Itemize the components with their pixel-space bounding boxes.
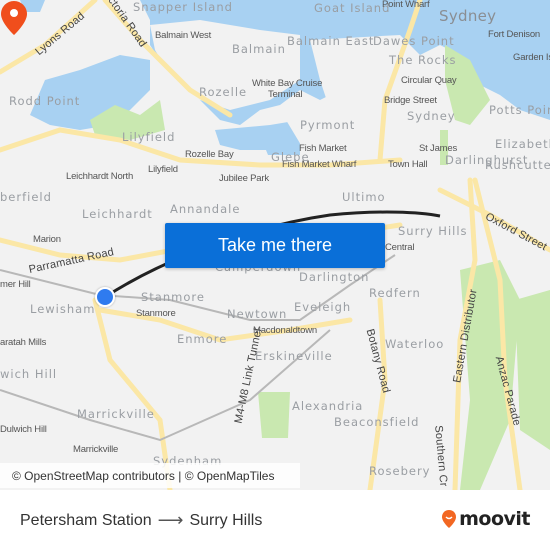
map-label-glebe: Glebe	[271, 150, 310, 164]
moovit-wordmark: moovit	[459, 508, 530, 530]
moovit-logo[interactable]: moovit	[441, 508, 530, 530]
arrow-right-icon: ⟶	[157, 510, 184, 530]
footer-bar: Petersham Station ⟶ Surry Hills moovit	[0, 490, 550, 550]
map-label-marrickville-stop: Marrickville	[73, 444, 119, 455]
map-label-marion: Marion	[33, 234, 61, 245]
map-label-sydney-city: Sydney	[439, 7, 497, 25]
map-label-white-bay: White Bay Cruise	[252, 78, 323, 89]
map-label-newtown: Newtown	[227, 307, 288, 321]
map-label-dulwich-hill-stop: Dulwich Hill	[0, 424, 47, 435]
map-label-waterloo: Waterloo	[385, 337, 445, 351]
map-label-enmore: Enmore	[177, 332, 228, 346]
map-label-lilyfield-stop: Lilyfield	[148, 164, 178, 175]
map-label-rozelle-bay: Rozelle Bay	[185, 149, 234, 160]
map-label-balmain-east: Balmain East	[287, 34, 375, 48]
map-label-alexandria: Alexandria	[292, 399, 364, 413]
map-label-rosebery: Rosebery	[369, 464, 431, 478]
moovit-pin-icon	[442, 510, 457, 528]
map-label-waratah-mills: aratah Mills	[0, 337, 47, 348]
map-label-central: Central	[385, 242, 415, 253]
map-label-bridge-street: Bridge Street	[384, 95, 437, 106]
map-label-annandale: Annandale	[170, 202, 241, 216]
map-label-white-bay-terminal: Terminal	[268, 89, 303, 100]
map-label-dawes-point: Dawes Point	[373, 34, 455, 48]
map-label-snapper-island: Snapper Island	[133, 0, 233, 14]
map-label-lilyfield: Lilyfield	[122, 130, 176, 144]
map-label-marrickville: Marrickville	[77, 407, 155, 421]
map-label-haberfield: berfield	[0, 190, 52, 204]
map-label-the-rocks: The Rocks	[389, 53, 457, 67]
map-label-lewisham: Lewisham	[30, 302, 96, 316]
map-label-dulwich-hill: wich Hill	[0, 367, 58, 381]
map-label-balmain: Balmain	[232, 42, 286, 56]
map-label-erskineville: Erskineville	[255, 349, 333, 363]
map-label-beaconsfield: Beaconsfield	[334, 415, 420, 429]
take-me-there-button[interactable]: Take me there	[165, 223, 385, 268]
origin-marker[interactable]	[95, 287, 115, 307]
map-attribution[interactable]: © OpenStreetMap contributors | © OpenMap…	[0, 463, 300, 488]
map-label-leichhardt: Leichhardt	[82, 207, 153, 221]
map-label-goat-island: Goat Island	[314, 1, 391, 15]
map-label-surry-hills: Surry Hills	[398, 224, 468, 238]
map-label-point-wharf: Point Wharf	[382, 0, 430, 10]
origin-name: Petersham Station	[20, 511, 152, 529]
map-label-redfern: Redfern	[369, 286, 421, 300]
map-label-jubilee-park: Jubilee Park	[219, 173, 269, 184]
map-label-potts-point: Potts Point	[489, 103, 550, 117]
map-label-stanmore-stop: Stanmore	[136, 308, 176, 319]
map-label-stanmore: Stanmore	[141, 290, 205, 304]
map-label-darlinghurst: Darlinghurst	[445, 153, 529, 167]
map-label-garden-island: Garden Island	[513, 52, 550, 63]
map-label-pyrmont: Pyrmont	[300, 118, 356, 132]
map-label-fort-denison: Fort Denison	[488, 29, 540, 40]
destination-name: Surry Hills	[189, 511, 263, 529]
map-label-ultimo: Ultimo	[342, 190, 386, 204]
map-label-rodd-point: Rodd Point	[9, 94, 81, 108]
map-label-leichhardt-north: Leichhardt North	[66, 171, 134, 182]
route-title: Petersham Station ⟶ Surry Hills	[20, 510, 262, 531]
map-label-elizabeth-bay: Elizabeth	[495, 137, 550, 151]
map-label-town-hall: Town Hall	[388, 159, 428, 170]
map-label-sydney-cbd: Sydney	[407, 109, 456, 123]
park-centennial	[515, 290, 550, 450]
map-label-balmain-west: Balmain West	[155, 30, 212, 41]
map-view[interactable]: Snapper Island Goat Island Point Wharf S…	[0, 0, 550, 490]
map-label-darlington: Darlington	[299, 270, 370, 284]
map-label-eveleigh: Eveleigh	[294, 300, 352, 314]
map-label-circular-quay: Circular Quay	[401, 75, 457, 86]
park-sydney-park	[258, 392, 290, 438]
map-label-rozelle: Rozelle	[199, 85, 248, 99]
destination-pin-icon[interactable]	[0, 0, 28, 36]
map-label-summer-hill: mer Hill	[0, 279, 31, 290]
